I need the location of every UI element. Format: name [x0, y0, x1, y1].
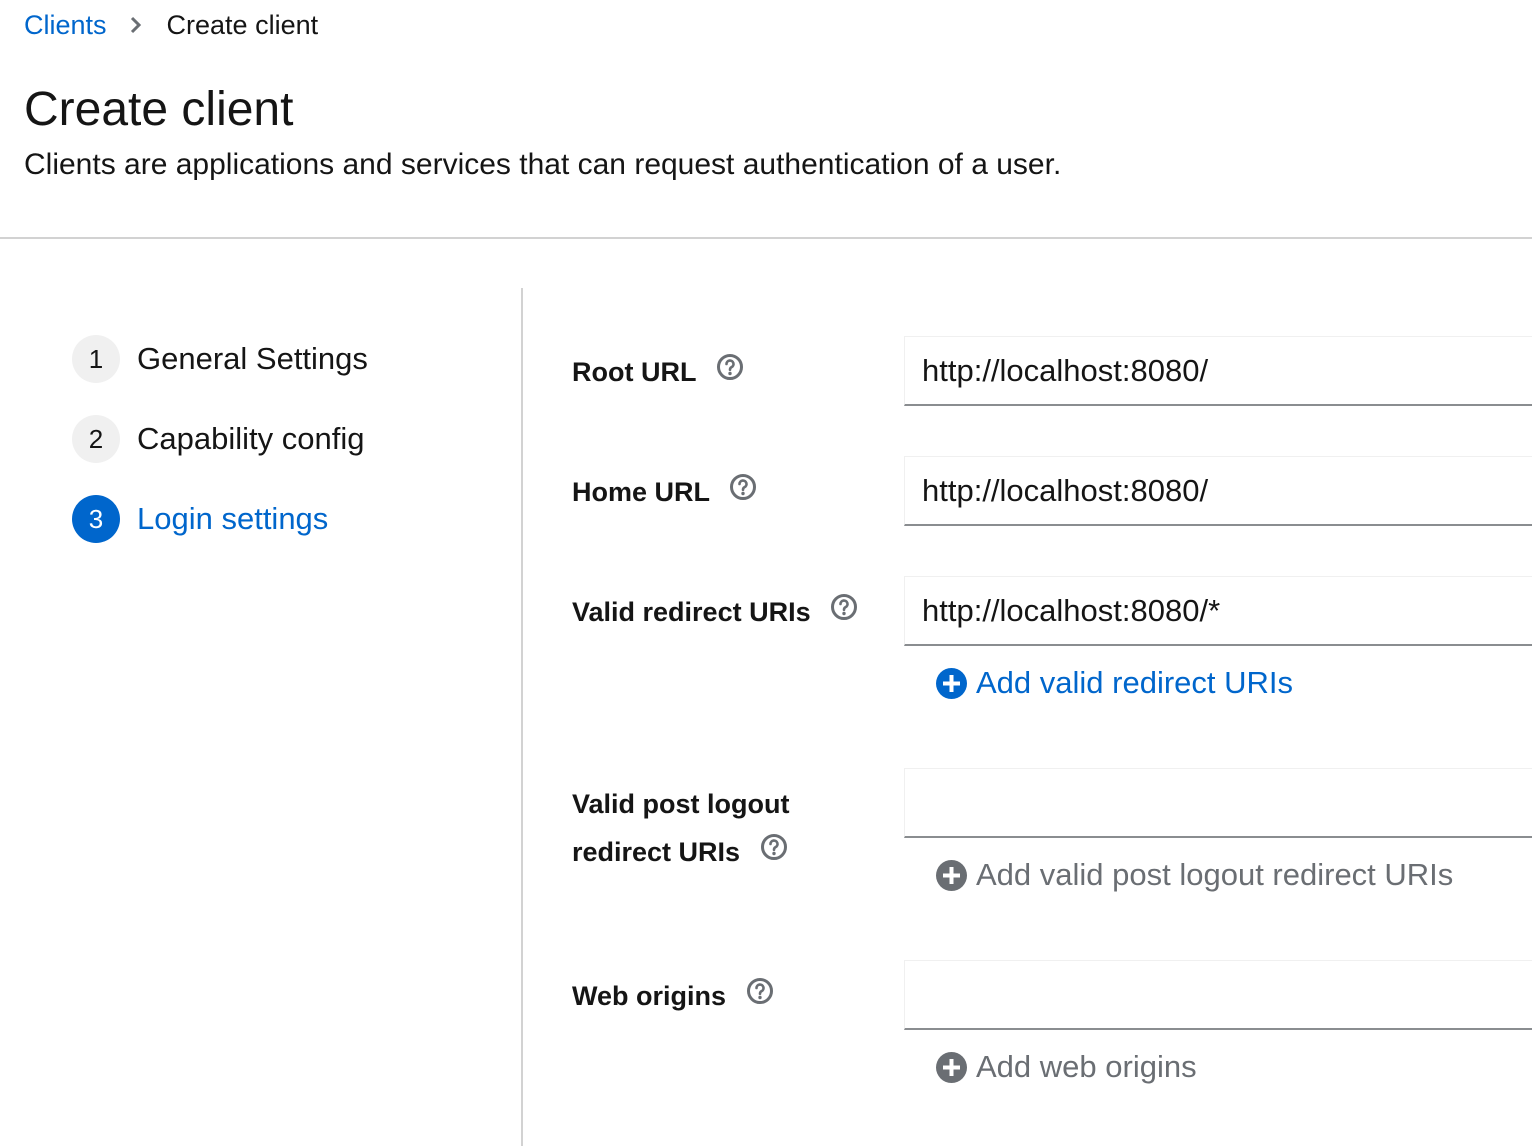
- add-valid-redirect-uris-button[interactable]: Add valid redirect URIs: [936, 661, 1293, 705]
- breadcrumb-current: Create client: [166, 9, 319, 40]
- plus-circle-icon: [936, 1051, 967, 1083]
- valid-post-logout-input[interactable]: [904, 768, 1532, 838]
- add-web-origins-button[interactable]: Add web origins: [936, 1045, 1197, 1089]
- root-url-label-text: Root URL: [572, 357, 696, 387]
- web-origins-input[interactable]: [904, 960, 1532, 1030]
- home-url-label-text: Home URL: [572, 477, 710, 507]
- wizard-step-capability-config[interactable]: 2 Capability config: [72, 415, 364, 463]
- breadcrumb-clients-link[interactable]: Clients: [24, 10, 107, 41]
- home-url-label: Home URL: [572, 468, 757, 516]
- root-url-label: Root URL: [572, 348, 744, 396]
- step-label: General Settings: [137, 341, 368, 376]
- question-circle-icon[interactable]: [716, 348, 744, 396]
- valid-redirect-uris-label: Valid redirect URIs: [572, 588, 858, 636]
- valid-redirect-uris-input[interactable]: [904, 576, 1532, 646]
- plus-circle-icon: [936, 859, 967, 891]
- step-number: 3: [72, 495, 120, 543]
- breadcrumb: Clients Create client: [24, 6, 318, 44]
- header-divider: [0, 237, 1532, 239]
- step-label: Capability config: [137, 421, 365, 456]
- wizard-step-login-settings[interactable]: 3 Login settings: [72, 495, 328, 543]
- question-circle-icon[interactable]: [830, 588, 858, 636]
- web-origins-label-text: Web origins: [572, 981, 727, 1011]
- question-circle-icon[interactable]: [729, 468, 757, 516]
- vertical-divider: [521, 288, 523, 1146]
- add-valid-redirect-uris-label: Add valid redirect URIs: [976, 665, 1294, 700]
- valid-post-logout-label: Valid post logout: [572, 780, 790, 828]
- add-valid-post-logout-label: Add valid post logout redirect URIs: [976, 857, 1454, 892]
- step-label: Login settings: [137, 501, 329, 536]
- home-url-input[interactable]: [904, 456, 1532, 526]
- plus-circle-icon: [936, 667, 967, 699]
- valid-post-logout-label-line2: redirect URIs: [572, 837, 741, 867]
- valid-redirect-uris-label-text: Valid redirect URIs: [572, 597, 811, 627]
- question-circle-icon[interactable]: [746, 972, 774, 1020]
- valid-post-logout-label-row2: redirect URIs: [572, 828, 788, 876]
- chevron-right-icon: [129, 15, 143, 35]
- add-valid-post-logout-button[interactable]: Add valid post logout redirect URIs: [936, 853, 1453, 897]
- add-web-origins-label: Add web origins: [976, 1049, 1197, 1084]
- page-description: Clients are applications and services th…: [24, 148, 1062, 181]
- question-circle-icon[interactable]: [760, 828, 788, 876]
- step-number: 2: [72, 415, 120, 463]
- page-title: Create client: [24, 83, 294, 136]
- root-url-input[interactable]: [904, 336, 1532, 406]
- wizard-step-general-settings[interactable]: 1 General Settings: [72, 335, 368, 383]
- web-origins-label: Web origins: [572, 972, 774, 1020]
- step-number: 1: [72, 335, 120, 383]
- valid-post-logout-label-line1: Valid post logout: [572, 789, 790, 819]
